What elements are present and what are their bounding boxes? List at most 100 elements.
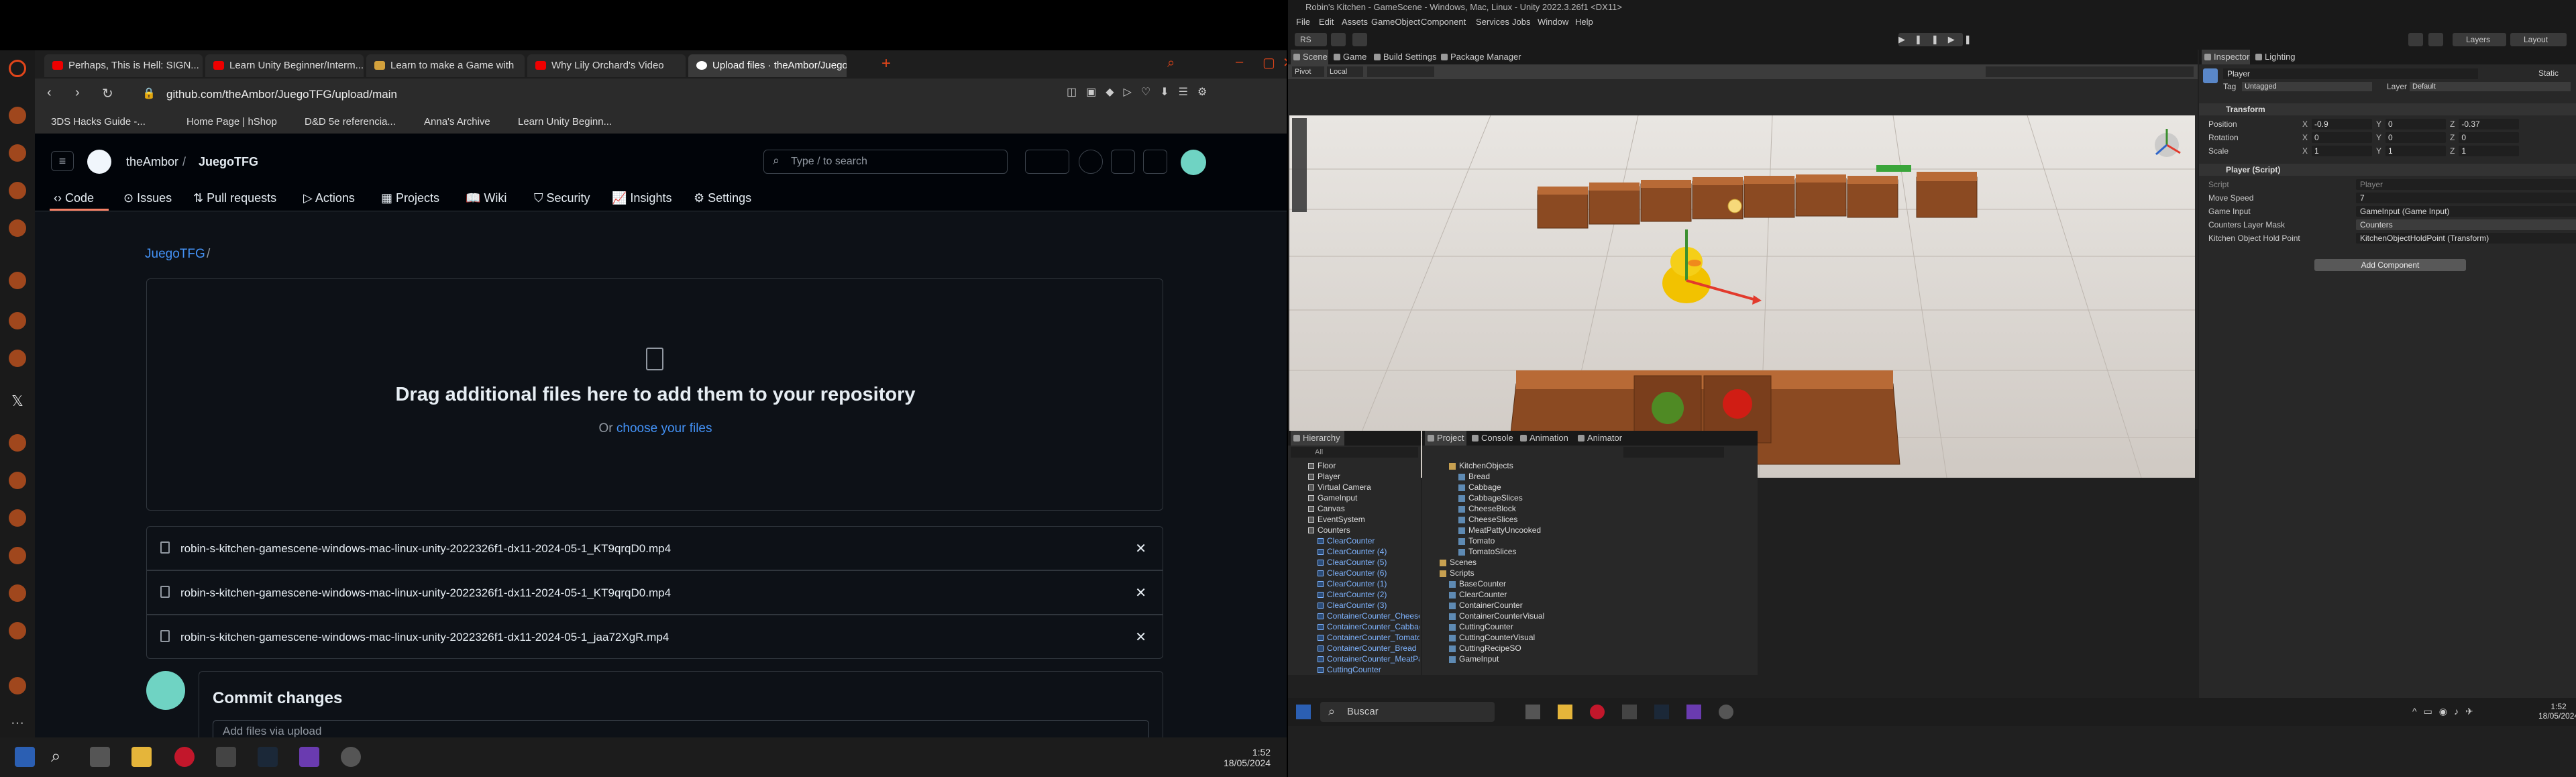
hierarchy-item[interactable]: Floor	[1288, 460, 1336, 471]
menu-window[interactable]: Window	[1538, 15, 1568, 30]
hold-point-field[interactable]: KitchenObjectHoldPoint (Transform)	[2356, 233, 2576, 244]
project-asset[interactable]: CuttingRecipeSO	[1449, 643, 1521, 654]
search-tabs-icon[interactable]: ⌕	[1167, 56, 1175, 71]
tab-projects[interactable]: ▦ Projects	[381, 191, 439, 205]
file-explorer-icon[interactable]	[1558, 705, 1572, 719]
tab-animator[interactable]: Animator	[1575, 431, 1626, 446]
search-input[interactable]: Type / to search	[763, 150, 1008, 174]
bookmark[interactable]: Anna's Archive	[424, 111, 490, 134]
inbox-icon[interactable]	[1143, 150, 1167, 174]
sidebar-app-icon[interactable]	[9, 677, 26, 694]
sidebar-app-icon[interactable]	[9, 182, 26, 199]
menu-icon[interactable]: ≡	[51, 151, 74, 171]
browser-tab[interactable]: Learn to make a Game with	[366, 54, 525, 77]
project-asset[interactable]: CuttingCounter	[1449, 621, 1513, 632]
project-asset[interactable]: GameInput	[1449, 654, 1499, 664]
project-search-input[interactable]	[1623, 447, 1724, 458]
search-icon[interactable]: ⌕	[51, 745, 61, 767]
pull-requests-icon[interactable]	[1111, 150, 1135, 174]
project-folder[interactable]: Scenes	[1440, 557, 1477, 568]
hierarchy-item[interactable]: ClearCounter	[1288, 535, 1375, 546]
hierarchy-item[interactable]: GameInput	[1288, 493, 1357, 503]
browser-tab[interactable]: Perhaps, This is Hell: SIGN...	[44, 54, 203, 77]
opera-icon[interactable]	[1590, 705, 1605, 719]
transform-header[interactable]: Transform	[2199, 103, 2576, 115]
project-asset[interactable]: CheeseBlock	[1458, 503, 1516, 514]
project-asset[interactable]: CheeseSlices	[1458, 514, 1517, 525]
project-folder[interactable]: Scripts	[1440, 568, 1474, 578]
scale-y-field[interactable]: Y1	[2376, 146, 2447, 156]
tab-animation[interactable]: Animation	[1517, 431, 1572, 446]
hierarchy-search-input[interactable]: All	[1291, 447, 1418, 458]
rotation-y-field[interactable]: Y0	[2376, 132, 2447, 143]
app-icon[interactable]	[216, 747, 236, 767]
hierarchy-item[interactable]: EventSystem	[1288, 514, 1365, 525]
remove-file-button[interactable]: ✕	[1135, 571, 1146, 615]
file-explorer-icon[interactable]	[131, 747, 152, 767]
scale-z-field[interactable]: Z1	[2450, 146, 2520, 156]
bookmark[interactable]: 3DS Hacks Guide -...	[51, 111, 146, 134]
task-view-icon[interactable]	[1525, 705, 1540, 719]
hierarchy-item[interactable]: ContainerCounter_CheeseBlock	[1288, 611, 1419, 621]
hierarchy-item[interactable]: Virtual Camera	[1288, 482, 1371, 493]
sidebar-app-icon[interactable]	[9, 144, 26, 162]
avatar[interactable]	[1181, 150, 1206, 175]
menu-assets[interactable]: Assets	[1342, 15, 1368, 30]
file-drop-zone[interactable]: Drag additional files here to add them t…	[146, 278, 1163, 511]
static-checkbox[interactable]: Static	[2538, 68, 2559, 78]
sidebar-app-icon[interactable]	[9, 350, 26, 367]
hierarchy-item[interactable]: ClearCounter (5)	[1288, 557, 1387, 568]
start-icon[interactable]	[1296, 705, 1311, 719]
collab-icon[interactable]	[1352, 33, 1367, 46]
unity-icon[interactable]	[1719, 705, 1733, 719]
play-controls[interactable]: ▶❚❚▶❚	[1898, 33, 1972, 46]
project-asset[interactable]: Tomato	[1458, 535, 1495, 546]
project-asset[interactable]: CuttingCounterVisual	[1449, 632, 1535, 643]
tab-hierarchy[interactable]: Hierarchy	[1291, 431, 1344, 446]
sidebar-app-icon[interactable]	[9, 107, 26, 124]
project-asset[interactable]: BaseCounter	[1449, 578, 1506, 589]
project-asset[interactable]: TomatoSlices	[1458, 546, 1516, 557]
menu-file[interactable]: File	[1296, 15, 1310, 30]
scene-gizmo-toggles[interactable]	[1986, 66, 2194, 77]
opera-icon[interactable]	[174, 747, 195, 767]
hierarchy-item[interactable]: Canvas	[1288, 503, 1345, 514]
position-x-field[interactable]: X -0.9	[2302, 119, 2373, 130]
start-icon[interactable]	[15, 747, 35, 767]
player-script-header[interactable]: Player (Script)	[2199, 164, 2576, 176]
tool-palette[interactable]	[1292, 118, 1307, 212]
bookmark[interactable]: D&D 5e referencia...	[305, 111, 396, 134]
close-window-button[interactable]: ✕	[1283, 54, 1287, 71]
tab-scene[interactable]: Scene	[1291, 50, 1328, 64]
app-icon[interactable]	[1622, 705, 1637, 719]
hierarchy-item[interactable]: ContainerCounter_Cabbage	[1288, 621, 1419, 632]
url-field[interactable]: github.com/theAmbor/JuegoTFG/upload/main	[166, 84, 1052, 105]
taskbar-search-input[interactable]: Buscar	[1320, 702, 1495, 722]
bookmark[interactable]: Home Page | hShop	[186, 111, 277, 134]
hierarchy-item[interactable]: ClearCounter (1)	[1288, 578, 1387, 589]
project-folder[interactable]: KitchenObjects	[1449, 460, 1513, 471]
reload-icon[interactable]: ↻	[102, 85, 113, 102]
history-icon[interactable]	[2408, 33, 2423, 46]
github-logo-icon[interactable]	[87, 150, 111, 174]
add-component-button[interactable]: Add Component	[2314, 259, 2466, 271]
tab-inspector[interactable]: Inspector	[2202, 50, 2250, 64]
sidebar-app-icon[interactable]	[9, 584, 26, 602]
hierarchy-item[interactable]: ClearCounter (6)	[1288, 568, 1387, 578]
cloud-icon[interactable]	[1331, 33, 1346, 46]
project-asset[interactable]: CabbageSlices	[1458, 493, 1523, 503]
steam-icon[interactable]	[258, 747, 278, 767]
issues-icon[interactable]	[1079, 150, 1103, 174]
choose-files-link[interactable]: choose your files	[616, 421, 712, 435]
sidebar-app-icon[interactable]	[9, 272, 26, 289]
layer-dropdown[interactable]: Default	[2410, 82, 2571, 91]
sidebar-app-icon[interactable]	[9, 622, 26, 639]
tab-insights[interactable]: 📈 Insights	[612, 191, 672, 205]
search-icon[interactable]	[2428, 33, 2443, 46]
repo-owner-link[interactable]: theAmbor	[126, 155, 178, 169]
layers-dropdown[interactable]: Layers	[2453, 33, 2506, 46]
system-tray[interactable]: ^▭◉♪✈	[2412, 706, 2480, 717]
browser-tab[interactable]: Learn Unity Beginner/Interm...	[205, 54, 364, 77]
browser-tab[interactable]: Why Lily Orchard's Video	[527, 54, 686, 77]
project-asset[interactable]: ClearCounter	[1449, 589, 1507, 600]
